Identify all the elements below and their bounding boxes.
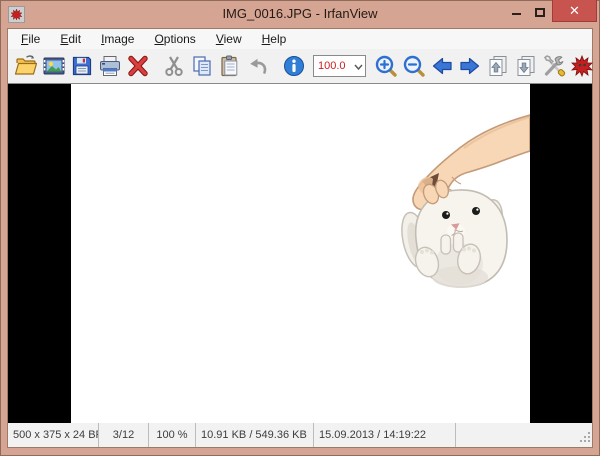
slideshow-button[interactable] (41, 52, 67, 80)
window-content: FileEditImageOptionsViewHelp (7, 28, 593, 448)
next-image-button[interactable] (457, 52, 483, 80)
last-image-button[interactable] (513, 52, 539, 80)
photo-image (71, 84, 530, 423)
close-button[interactable]: ✕ (552, 0, 597, 22)
menu-options[interactable]: Options (144, 29, 205, 49)
save-icon (70, 54, 94, 78)
paste-button[interactable] (217, 52, 243, 80)
print-button[interactable] (97, 52, 123, 80)
menu-edit[interactable]: Edit (50, 29, 91, 49)
undo-icon (246, 54, 270, 78)
titlebar[interactable]: IMG_0016.JPG - IrfanView ✕ (0, 0, 600, 28)
undo-button[interactable] (245, 52, 271, 80)
zoom-in-button[interactable] (373, 52, 399, 80)
resize-grip[interactable] (579, 431, 591, 446)
save-button[interactable] (69, 52, 95, 80)
status-zoom: 100 % (149, 423, 196, 447)
irfanview-window: IMG_0016.JPG - IrfanView ✕ FileEditImage… (0, 0, 600, 456)
maximize-button[interactable] (529, 0, 551, 22)
status-bar: 500 x 375 x 24 BPP3/12100 %10.91 KB / 54… (8, 423, 592, 447)
status-file-date: 15.09.2013 / 14:19:22 (314, 423, 456, 447)
status-file-index: 3/12 (99, 423, 149, 447)
chevron-down-icon[interactable] (354, 57, 363, 75)
zoom-level-input[interactable] (318, 60, 354, 72)
arrow-right-icon (458, 54, 482, 78)
minimize-button[interactable] (503, 0, 529, 22)
status-extra (456, 423, 592, 447)
scissors-icon (162, 54, 186, 78)
zoom-out-button[interactable] (401, 52, 427, 80)
tools-icon (542, 54, 566, 78)
irfanview-button[interactable] (569, 52, 595, 80)
maximize-icon (535, 8, 545, 17)
menu-view[interactable]: View (206, 29, 252, 49)
info-button[interactable] (281, 52, 307, 80)
delete-icon (126, 54, 150, 78)
arrow-left-icon (430, 54, 454, 78)
open-button[interactable] (13, 52, 39, 80)
first-image-button[interactable] (485, 52, 511, 80)
photo-illustration (71, 84, 530, 423)
copy-icon (190, 54, 214, 78)
previous-image-button[interactable] (429, 52, 455, 80)
menu-file[interactable]: File (11, 29, 50, 49)
copy-button[interactable] (189, 52, 215, 80)
status-dimensions: 500 x 375 x 24 BPP (8, 423, 99, 447)
status-file-size: 10.91 KB / 549.36 KB (196, 423, 314, 447)
paste-icon (218, 54, 242, 78)
image-canvas (8, 84, 592, 423)
zoom-out-icon (402, 54, 426, 78)
menu-bar: FileEditImageOptionsViewHelp (8, 29, 592, 49)
toolbar (8, 49, 592, 84)
info-icon (282, 54, 306, 78)
page-up-icon (486, 54, 510, 78)
close-icon: ✕ (569, 4, 580, 17)
delete-button[interactable] (125, 52, 151, 80)
zoom-level-combo[interactable] (313, 55, 366, 77)
menu-image[interactable]: Image (91, 29, 144, 49)
minimize-icon (512, 13, 521, 15)
irfanview-splat-icon (570, 54, 594, 78)
printer-icon (98, 54, 122, 78)
cut-button[interactable] (161, 52, 187, 80)
menu-help[interactable]: Help (252, 29, 297, 49)
settings-button[interactable] (541, 52, 567, 80)
zoom-in-icon (374, 54, 398, 78)
slideshow-icon (42, 54, 66, 78)
page-down-icon (514, 54, 538, 78)
folder-open-icon (14, 54, 38, 78)
